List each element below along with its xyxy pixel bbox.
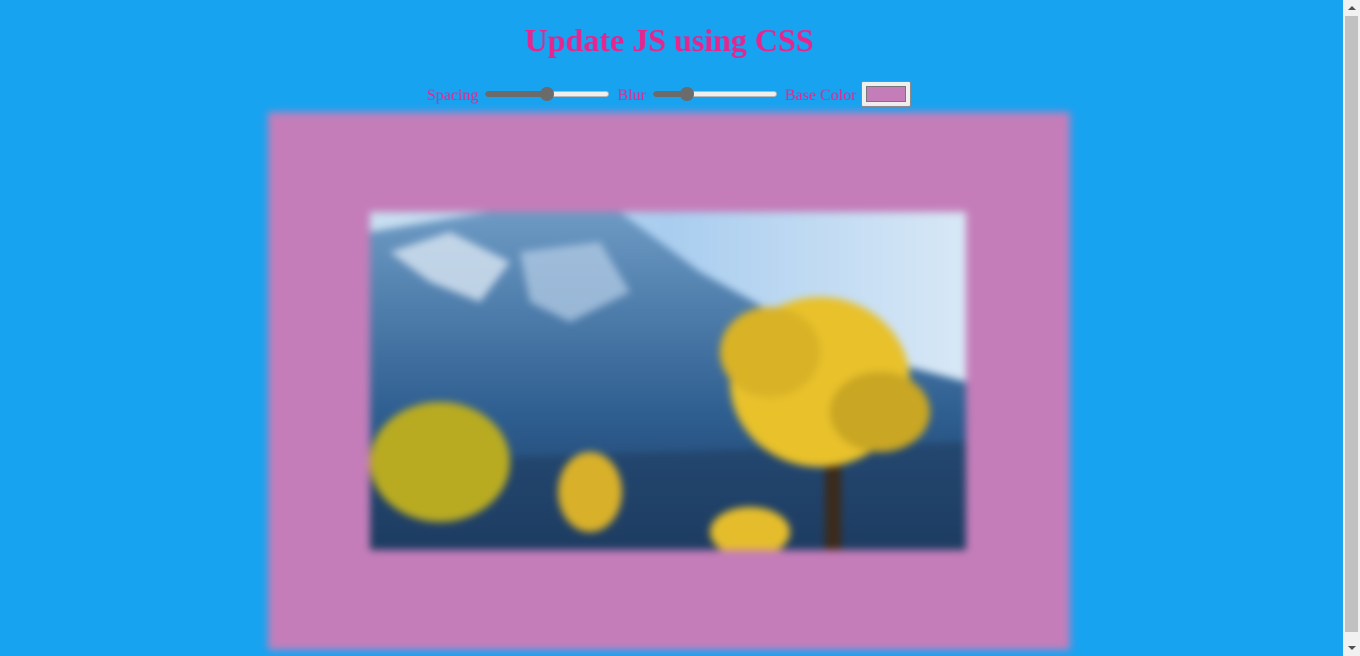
tree-canopy-right-left [720,307,820,397]
blur-slider-thumb[interactable] [680,87,695,101]
tree-canopy-right-lower [830,372,930,452]
controls-bar: Spacing Blur Base Color [0,80,1338,108]
landscape-photo [370,212,966,550]
page-title: Update JS using CSS [524,22,814,58]
blur-slider[interactable] [651,86,779,102]
tree-canopy-left [370,402,510,522]
scroll-down-icon[interactable] [1343,640,1360,656]
spacing-slider-thumb[interactable] [540,87,555,101]
image-frame [268,112,1070,650]
landscape-illustration [370,212,966,550]
spacing-slider[interactable] [483,86,611,102]
tree-canopy-middle [558,452,622,532]
spacing-label: Spacing [426,87,479,104]
scroll-up-icon[interactable] [1343,0,1360,16]
scrollbar-thumb[interactable] [1345,16,1358,632]
blur-label: Blur [617,87,646,104]
spacing-slider-fill [485,91,548,97]
vertical-scrollbar[interactable] [1343,0,1360,656]
base-color-swatch [866,86,907,102]
page-viewport: Update JS using CSS Spacing Blur Base Co… [0,0,1343,656]
base-color-picker[interactable] [861,81,912,107]
base-color-label: Base Color [784,87,857,104]
